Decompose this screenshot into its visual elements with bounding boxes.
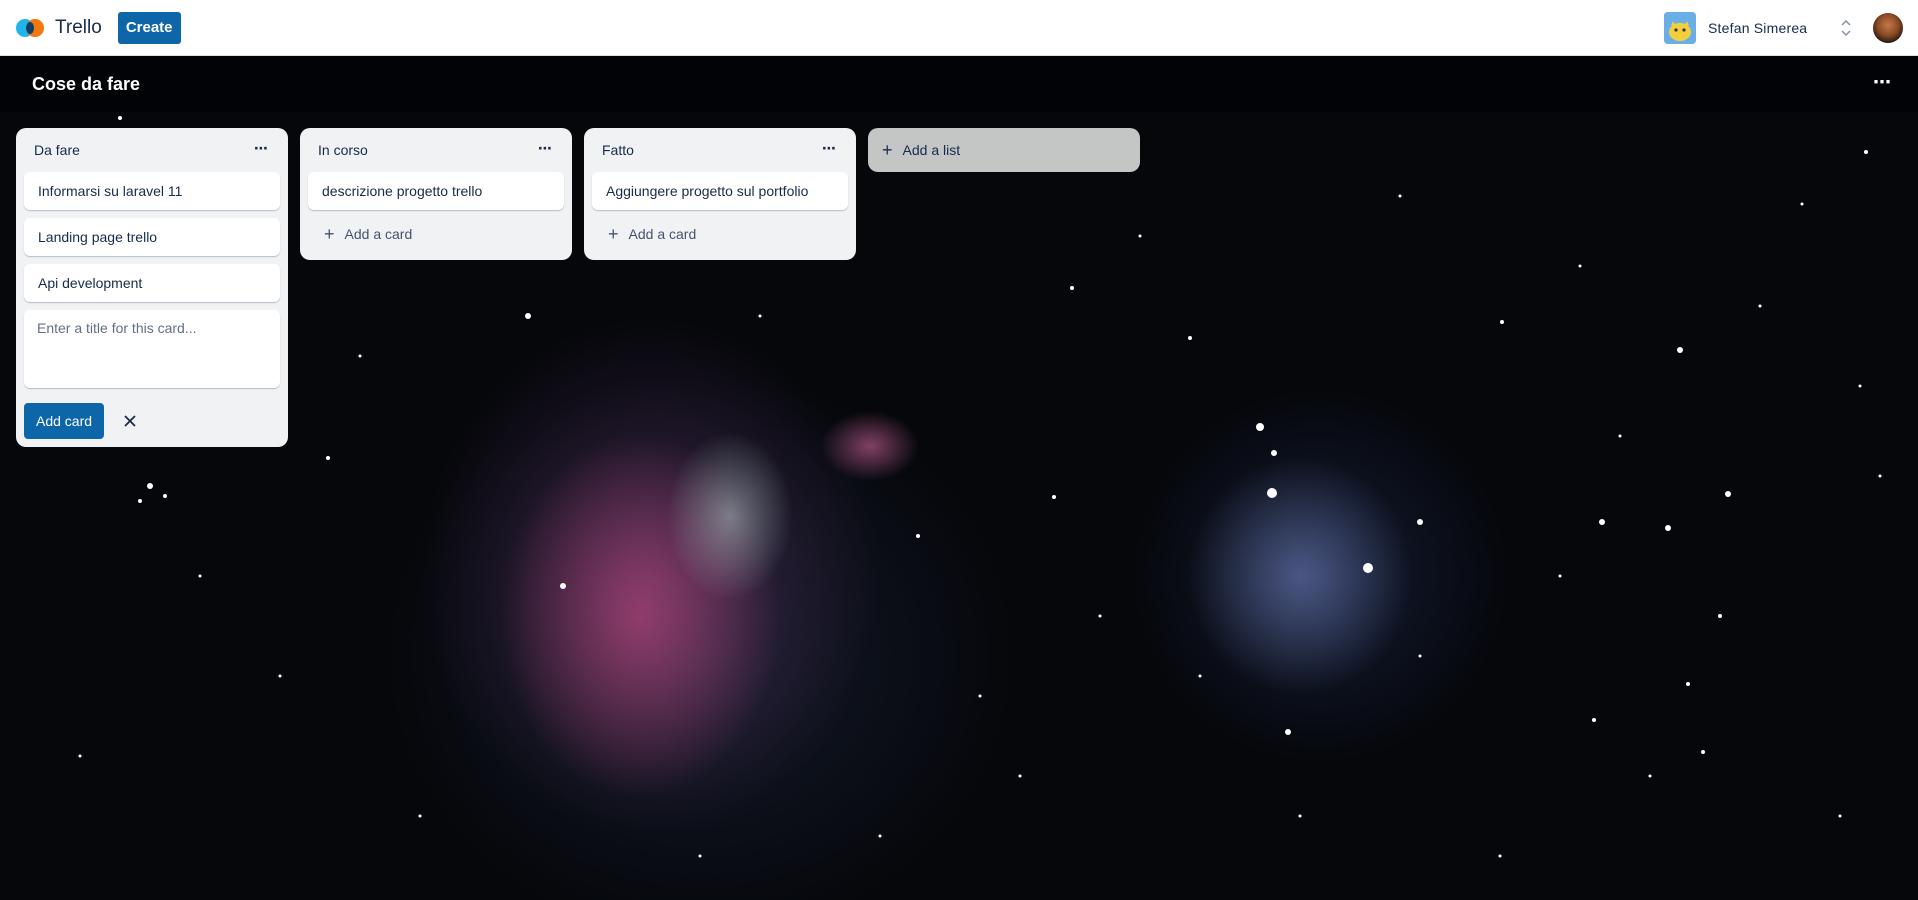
board-header: Cose da fare ⋯ bbox=[0, 56, 1918, 112]
list-title[interactable]: In corso bbox=[318, 142, 368, 158]
trello-logo[interactable]: Trello bbox=[16, 17, 102, 39]
add-list-label: Add a list bbox=[902, 142, 961, 158]
workspace-avatar bbox=[1664, 12, 1696, 44]
list-header: Da fare ⋯ bbox=[24, 128, 280, 172]
card[interactable]: Informarsi su laravel 11 bbox=[24, 172, 280, 210]
card[interactable]: Aggiungere progetto sul portfolio bbox=[592, 172, 848, 210]
add-card-link[interactable]: + Add a card bbox=[592, 216, 848, 252]
board-menu-icon[interactable]: ⋯ bbox=[1868, 70, 1896, 98]
user-name: Stefan Simerea bbox=[1708, 20, 1808, 36]
composer-actions: Add card bbox=[24, 403, 280, 439]
profile-avatar[interactable] bbox=[1873, 13, 1903, 43]
card[interactable]: Api development bbox=[24, 264, 280, 302]
add-card-label: Add a card bbox=[344, 226, 413, 242]
close-icon[interactable] bbox=[118, 409, 142, 433]
board-title[interactable]: Cose da fare bbox=[32, 74, 140, 95]
list-fatto: Fatto ⋯ Aggiungere progetto sul portfoli… bbox=[584, 128, 856, 260]
list-menu-icon[interactable]: ⋯ bbox=[532, 137, 558, 163]
add-card-button[interactable]: Add card bbox=[24, 403, 105, 439]
switch-account-icon[interactable] bbox=[1840, 17, 1852, 39]
add-card-label: Add a card bbox=[628, 226, 697, 242]
add-card-link[interactable]: + Add a card bbox=[308, 216, 564, 252]
account-switcher[interactable]: Stefan Simerea bbox=[1664, 12, 1807, 44]
plus-icon: + bbox=[882, 140, 893, 160]
list-menu-icon[interactable]: ⋯ bbox=[248, 137, 274, 163]
list-menu-icon[interactable]: ⋯ bbox=[816, 137, 842, 163]
list-title[interactable]: Fatto bbox=[602, 142, 634, 158]
list-title[interactable]: Da fare bbox=[34, 142, 80, 158]
list-header: Fatto ⋯ bbox=[592, 128, 848, 172]
top-navigation-bar: Trello Create Stefan Simerea bbox=[0, 0, 1918, 56]
create-button[interactable]: Create bbox=[117, 11, 181, 44]
plus-icon: + bbox=[608, 224, 619, 244]
list-da-fare: Da fare ⋯ Informarsi su laravel 11 Landi… bbox=[16, 128, 288, 447]
list-header: In corso ⋯ bbox=[308, 128, 564, 172]
plus-icon: + bbox=[324, 224, 335, 244]
card[interactable]: Landing page trello bbox=[24, 218, 280, 256]
trello-logo-icon bbox=[16, 17, 47, 39]
app-name: Trello bbox=[55, 16, 102, 38]
board-canvas: Cose da fare ⋯ Da fare ⋯ Informarsi su l… bbox=[0, 56, 1918, 900]
list-in-corso: In corso ⋯ descrizione progetto trello +… bbox=[300, 128, 572, 260]
card[interactable]: descrizione progetto trello bbox=[308, 172, 564, 210]
add-list-button[interactable]: + Add a list bbox=[868, 128, 1140, 172]
card-title-input[interactable] bbox=[24, 310, 280, 388]
